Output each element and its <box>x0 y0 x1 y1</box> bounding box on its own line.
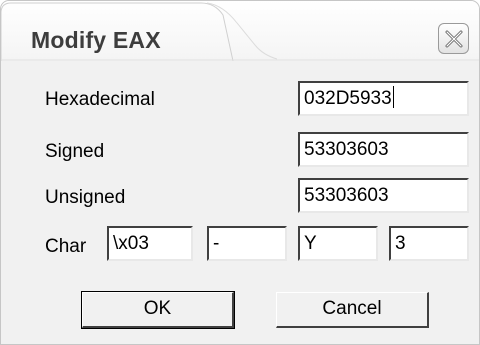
signed-label: Signed <box>45 141 105 162</box>
hexadecimal-label: Hexadecimal <box>45 89 155 110</box>
char-input-3[interactable]: Y <box>298 226 378 261</box>
close-button[interactable] <box>438 23 469 54</box>
char-label: Char <box>45 236 87 257</box>
unsigned-input[interactable]: 53303603 <box>298 178 469 213</box>
dialog-content: Hexadecimal 032D5933 Signed 53303603 Uns… <box>1 61 479 344</box>
char-input-4[interactable]: 3 <box>389 226 469 261</box>
modify-eax-dialog: Modify EAX Hexadecimal 032D5933 Signed 5… <box>0 0 480 345</box>
ok-button[interactable]: OK <box>81 291 235 329</box>
close-x-icon <box>445 30 462 47</box>
char-input-1[interactable]: \x03 <box>107 226 193 261</box>
unsigned-label: Unsigned <box>45 187 126 208</box>
cancel-button[interactable]: Cancel <box>276 292 429 328</box>
hexadecimal-value: 032D5933 <box>304 88 392 109</box>
signed-input[interactable]: 53303603 <box>298 132 469 167</box>
title-bar[interactable]: Modify EAX <box>1 1 479 61</box>
dialog-title: Modify EAX <box>31 27 161 53</box>
hexadecimal-input[interactable]: 032D5933 <box>298 81 469 116</box>
char-input-2[interactable]: - <box>207 226 287 261</box>
text-caret <box>392 86 394 108</box>
